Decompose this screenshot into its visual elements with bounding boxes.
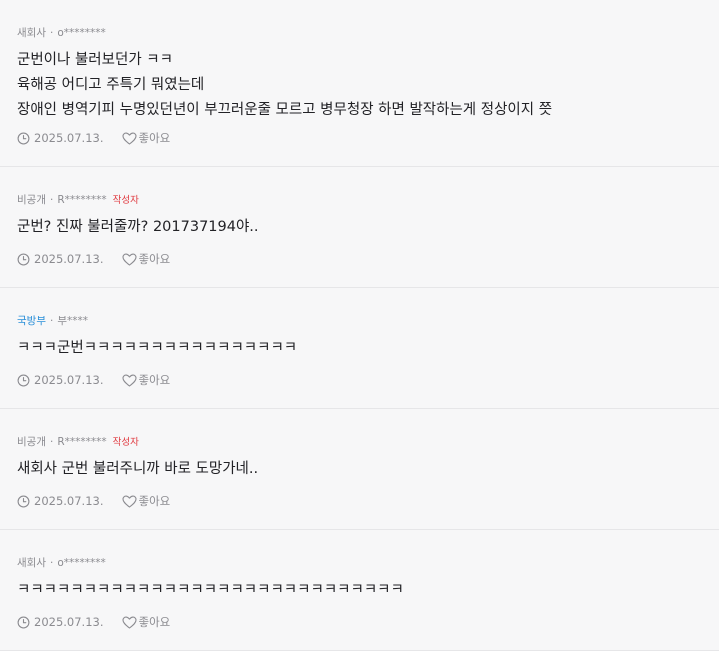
- like-label: 좋아요: [138, 615, 171, 629]
- clock-icon: [17, 374, 30, 387]
- clock-icon: [17, 253, 30, 266]
- meta-separator: ·: [49, 436, 54, 448]
- meta-separator: ·: [49, 194, 54, 206]
- comment-date: 2025.07.13.: [17, 131, 104, 145]
- date-text: 2025.07.13.: [34, 131, 104, 145]
- comment-line: 군번이나 불러보던가 ㅋㅋ: [17, 52, 173, 68]
- comment-body: 군번이나 불러보던가 ㅋㅋ 육해공 어디고 주특기 뭐였는데장애인 병역기피 누명…: [17, 48, 719, 123]
- user-name: R********: [57, 194, 107, 206]
- heart-icon: [121, 132, 137, 145]
- clock-icon: [17, 616, 30, 629]
- like-label: 좋아요: [138, 131, 171, 145]
- comment-item: 비공개 · R******** 작성자 군번? 진짜 불러줄까? 201737194야…: [0, 167, 719, 288]
- comment-list: 새회사 · o******** 군번이나 불러보던가 ㅋㅋ 육해공 어디고 주특기 뭐…: [0, 0, 719, 651]
- comment-footer: 2025.07.13. 좋아요: [17, 493, 170, 509]
- comment-body: 새회사 군번 불러주니까 바로 도망가네..: [17, 457, 719, 482]
- company-name[interactable]: 새회사: [17, 557, 46, 569]
- date-text: 2025.07.13.: [34, 252, 104, 266]
- like-button[interactable]: 좋아요: [121, 614, 171, 630]
- heart-icon: [121, 253, 137, 266]
- clock-icon: [17, 132, 30, 145]
- meta-separator: ·: [49, 315, 54, 327]
- author-badge: 작성자: [112, 437, 139, 448]
- like-button[interactable]: 좋아요: [121, 130, 171, 146]
- like-button[interactable]: 좋아요: [121, 493, 171, 509]
- comment-item: 새회사 · o******** 군번이나 불러보던가 ㅋㅋ 육해공 어디고 주특기 뭐…: [0, 0, 719, 167]
- comment-meta: 새회사 · o********: [17, 556, 719, 570]
- user-name: R********: [57, 436, 107, 448]
- user-name: o********: [57, 557, 106, 569]
- comment-line: 군번? 진짜 불러줄까? 201737194야..: [17, 219, 259, 235]
- heart-icon: [121, 616, 137, 629]
- comment-body: ㅋㅋㅋㅋㅋㅋㅋㅋㅋㅋㅋㅋㅋㅋㅋㅋㅋㅋㅋㅋㅋㅋㅋㅋㅋㅋㅋㅋㅋ: [17, 578, 719, 603]
- heart-icon: [121, 374, 137, 387]
- comment-footer: 2025.07.13. 좋아요: [17, 251, 170, 267]
- date-text: 2025.07.13.: [34, 615, 104, 629]
- meta-separator: ·: [49, 557, 54, 569]
- comment-meta: 비공개 · R******** 작성자: [17, 435, 719, 449]
- comment-date: 2025.07.13.: [17, 252, 104, 266]
- comment-footer: 2025.07.13. 좋아요: [17, 372, 170, 388]
- date-text: 2025.07.13.: [34, 373, 104, 387]
- comment-line: 장애인 병역기피 누명있던년이 부끄러운줄 모르고 병무청장 하면 발작하는게 …: [17, 102, 553, 118]
- company-name[interactable]: 국방부: [17, 315, 46, 327]
- date-text: 2025.07.13.: [34, 494, 104, 508]
- comment-line: ㅋㅋㅋ군번ㅋㅋㅋㅋㅋㅋㅋㅋㅋㅋㅋㅋㅋㅋㅋㅋ: [17, 340, 298, 356]
- comment-meta: 새회사 · o********: [17, 26, 719, 40]
- comment-meta: 국방부 · 부****: [17, 314, 719, 328]
- comment-date: 2025.07.13.: [17, 615, 104, 629]
- comment-body: ㅋㅋㅋ군번ㅋㅋㅋㅋㅋㅋㅋㅋㅋㅋㅋㅋㅋㅋㅋㅋ: [17, 336, 719, 361]
- user-name: o********: [57, 27, 106, 39]
- comment-date: 2025.07.13.: [17, 373, 104, 387]
- comment-line: ㅋㅋㅋㅋㅋㅋㅋㅋㅋㅋㅋㅋㅋㅋㅋㅋㅋㅋㅋㅋㅋㅋㅋㅋㅋㅋㅋㅋㅋ: [17, 582, 404, 598]
- comment-item: 새회사 · o******** ㅋㅋㅋㅋㅋㅋㅋㅋㅋㅋㅋㅋㅋㅋㅋㅋㅋㅋㅋㅋㅋㅋㅋㅋㅋㅋ…: [0, 530, 719, 651]
- like-label: 좋아요: [138, 373, 171, 387]
- meta-separator: ·: [49, 27, 54, 39]
- comment-footer: 2025.07.13. 좋아요: [17, 614, 170, 630]
- like-button[interactable]: 좋아요: [121, 372, 171, 388]
- comment-item: 비공개 · R******** 작성자 새회사 군번 불러주니까 바로 도망가네.. …: [0, 409, 719, 530]
- like-label: 좋아요: [138, 252, 171, 266]
- comment-date: 2025.07.13.: [17, 494, 104, 508]
- clock-icon: [17, 495, 30, 508]
- user-name: 부****: [57, 315, 88, 327]
- comment-meta: 비공개 · R******** 작성자: [17, 193, 719, 207]
- company-name[interactable]: 비공개: [17, 436, 46, 448]
- comment-line: 새회사 군번 불러주니까 바로 도망가네..: [17, 461, 259, 477]
- like-label: 좋아요: [138, 494, 171, 508]
- comment-body: 군번? 진짜 불러줄까? 201737194야..: [17, 215, 719, 240]
- author-badge: 작성자: [112, 195, 139, 206]
- comment-item: 국방부 · 부**** ㅋㅋㅋ군번ㅋㅋㅋㅋㅋㅋㅋㅋㅋㅋㅋㅋㅋㅋㅋㅋ 2025.07.…: [0, 288, 719, 409]
- company-name[interactable]: 비공개: [17, 194, 46, 206]
- company-name[interactable]: 새회사: [17, 27, 46, 39]
- comment-line: 육해공 어디고 주특기 뭐였는데: [17, 77, 205, 93]
- like-button[interactable]: 좋아요: [121, 251, 171, 267]
- comment-footer: 2025.07.13. 좋아요: [17, 130, 170, 146]
- heart-icon: [121, 495, 137, 508]
